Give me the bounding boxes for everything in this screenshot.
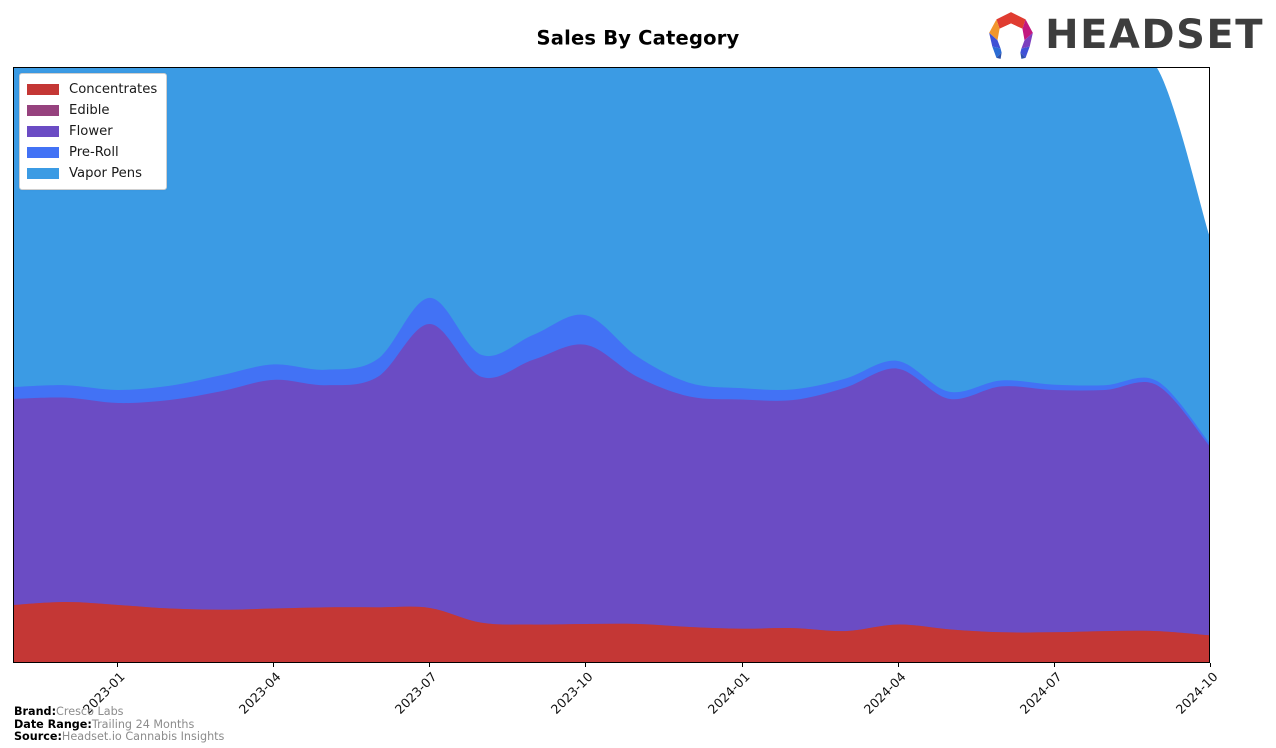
x-tick-label: 2024-04 (860, 669, 909, 717)
footer-value: Headset.io Cannabis Insights (61, 730, 225, 744)
legend-item-label: Concentrates (69, 82, 158, 97)
legend-item[interactable]: Pre-Roll (27, 142, 157, 163)
legend-item[interactable]: Edible (27, 100, 157, 121)
legend-swatch-icon (27, 147, 59, 158)
x-tick-mark (585, 663, 587, 667)
legend-swatch-icon (27, 126, 59, 137)
legend-item-label: Edible (69, 103, 110, 118)
legend-swatch-icon (27, 84, 59, 95)
x-tick-label: 2024-01 (704, 669, 753, 717)
footer-value: Trailing 24 Months (91, 717, 195, 731)
legend-swatch-icon (27, 168, 59, 179)
x-tick-label: 2023-07 (392, 669, 440, 717)
x-tick-mark (741, 663, 743, 667)
footer-value: Cresco Labs (56, 705, 124, 719)
stacked-area-chart (14, 68, 1209, 662)
headset-hexagon-logo-icon (989, 12, 1033, 59)
legend-item[interactable]: Flower (27, 121, 157, 142)
x-tick-label: 2023-04 (235, 669, 284, 717)
footer-row: Source:Headset.io Cannabis Insights (14, 731, 224, 744)
legend-item[interactable]: Vapor Pens (27, 163, 157, 184)
x-tick-label: 2023-10 (548, 669, 597, 717)
x-tick-mark (117, 663, 119, 667)
x-tick-label: 2024-10 (1172, 669, 1221, 717)
footer-key: Date Range: (14, 717, 92, 731)
legend-swatch-icon (27, 105, 59, 116)
legend-item[interactable]: Concentrates (27, 79, 157, 100)
chart-plot-area (13, 67, 1210, 663)
headset-logo: HEADSET (985, 10, 1264, 60)
x-tick-mark (1053, 663, 1055, 667)
x-tick-mark (273, 663, 275, 667)
legend-item-label: Pre-Roll (69, 145, 119, 160)
legend-item-label: Flower (69, 124, 113, 139)
x-tick-mark (429, 663, 431, 667)
chart-legend: Concentrates Edible Flower Pre-Roll Vapor Pe… (19, 73, 168, 190)
footer-key: Brand: (14, 705, 57, 719)
legend-item-label: Vapor Pens (69, 166, 142, 181)
chart-header: Sales By Category HEADSET (0, 0, 1276, 68)
headset-wordmark: HEADSET (1045, 12, 1264, 58)
chart-footer: Brand:Cresco Labs Date Range:Trailing 24 … (14, 705, 224, 744)
x-tick-label: 2024-07 (1016, 669, 1065, 717)
footer-key: Source: (14, 730, 62, 744)
x-tick-mark (1210, 663, 1211, 667)
x-tick-mark (897, 663, 899, 667)
